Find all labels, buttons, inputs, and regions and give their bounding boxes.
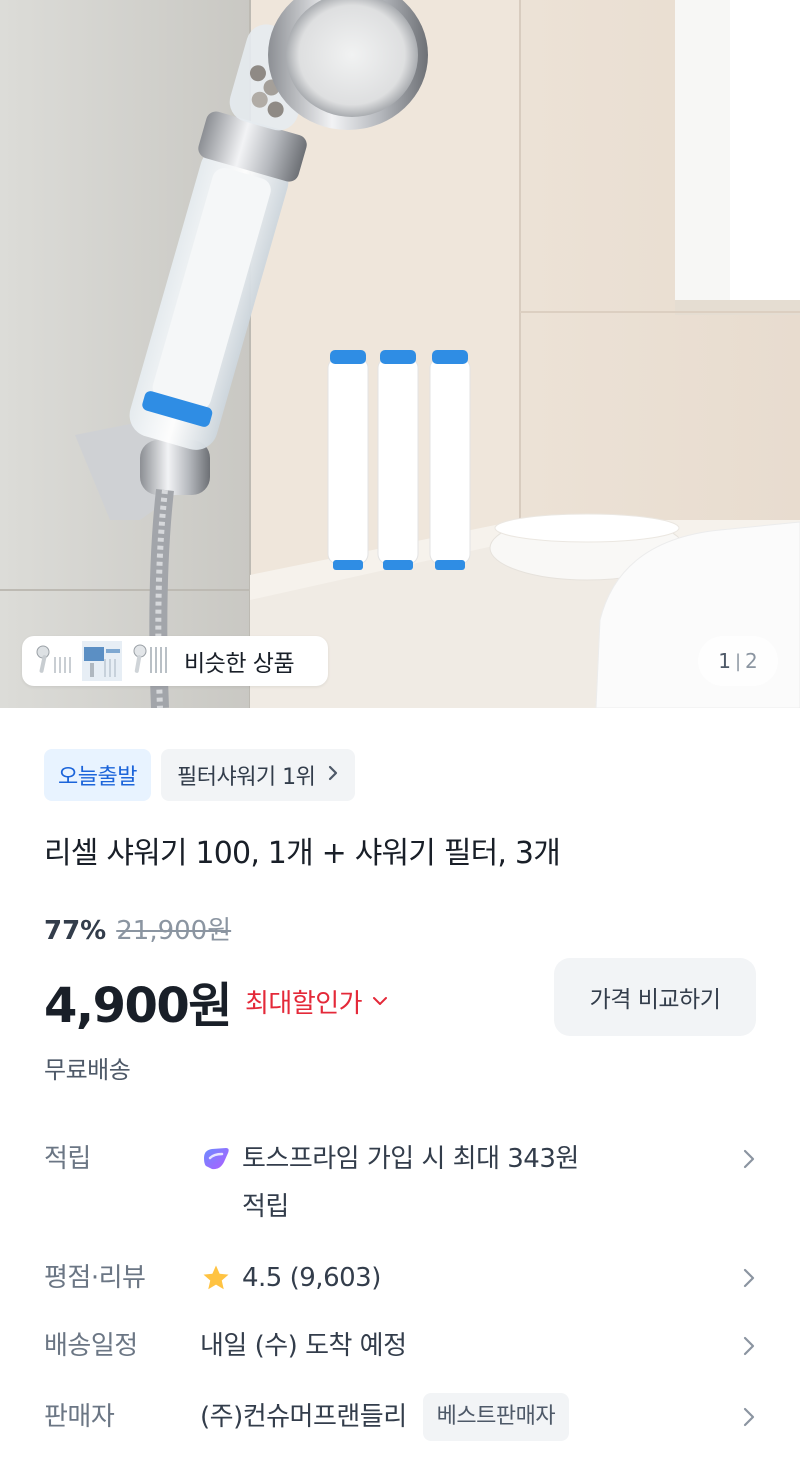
seller-name: (주)컨슈머프랜들리	[200, 1402, 407, 1432]
seller-label: 판매자	[44, 1402, 115, 1432]
similar-product-thumbnail	[36, 645, 71, 673]
chevron-right-icon	[732, 1135, 756, 1183]
product-image-gallery[interactable]: 비슷한 상품 1 | 2	[0, 0, 800, 708]
compare-price-button[interactable]: 가격 비교하기	[554, 958, 756, 1036]
ranking-badge-link[interactable]: 필터샤워기 1위	[160, 749, 356, 801]
discount-row: 77% 21,900원	[44, 910, 231, 947]
similar-products-label: 비슷한 상품	[184, 651, 295, 677]
rating-score: 4.5 (9,603)	[242, 1263, 381, 1293]
rating-label: 평점·리뷰	[44, 1263, 146, 1293]
delivery-label: 배송일정	[44, 1331, 138, 1361]
seller-row[interactable]: 판매자 (주)컨슈머프랜들리 베스트판매자	[44, 1393, 756, 1441]
total-pages: 2	[745, 649, 758, 673]
chevron-right-icon	[327, 764, 339, 787]
ranking-badge-label: 필터샤워기 1위	[176, 765, 316, 790]
star-icon	[200, 1254, 234, 1302]
toss-prime-icon	[200, 1135, 234, 1183]
delivery-schedule-row[interactable]: 배송일정 내일 (수) 도착 예정	[44, 1322, 756, 1370]
rating-review-row[interactable]: 평점·리뷰 4.5 (9,603)	[44, 1254, 756, 1302]
chevron-right-icon	[732, 1393, 756, 1441]
today-departure-badge: 오늘출발	[44, 749, 151, 801]
product-title: 리셀 샤워기 100, 1개 + 샤워기 필터, 3개	[44, 836, 561, 871]
points-row[interactable]: 적립 토스프라임 가입 시 최대 343원 적립	[44, 1135, 756, 1231]
max-discount-label: 최대할인가	[245, 988, 363, 1019]
seller-value: (주)컨슈머프랜들리 베스트판매자	[200, 1393, 732, 1441]
chevron-down-icon	[373, 997, 388, 1005]
rating-value: 4.5 (9,603)	[200, 1254, 732, 1302]
image-page-indicator: 1 | 2	[698, 636, 778, 686]
discount-rate: 77%	[44, 916, 107, 946]
product-photo	[0, 0, 800, 708]
page-separator: |	[734, 650, 742, 672]
product-badges: 오늘출발 필터샤워기 1위	[44, 749, 356, 801]
current-page: 1	[718, 649, 731, 673]
points-label: 적립	[44, 1144, 91, 1174]
sale-price: 4,900원	[44, 978, 233, 1034]
points-value-line2: 적립	[242, 1192, 289, 1222]
delivery-value: 내일 (수) 도착 예정	[200, 1331, 407, 1361]
original-price: 21,900원	[116, 916, 232, 946]
similar-product-thumbnail	[82, 641, 122, 681]
points-value: 토스프라임 가입 시 최대 343원 적립	[200, 1135, 732, 1231]
points-value-line1: 토스프라임 가입 시 최대 343원	[242, 1144, 579, 1174]
max-discount-toggle[interactable]: 최대할인가	[245, 983, 388, 1020]
chevron-right-icon	[732, 1322, 756, 1370]
shipping-info: 무료배송	[44, 1056, 131, 1084]
similar-product-thumbnail	[133, 644, 167, 673]
chevron-right-icon	[732, 1254, 756, 1302]
price-row: 4,900원 최대할인가	[44, 966, 388, 1036]
similar-products-button[interactable]: 비슷한 상품	[22, 636, 328, 686]
best-seller-badge: 베스트판매자	[422, 1393, 570, 1441]
